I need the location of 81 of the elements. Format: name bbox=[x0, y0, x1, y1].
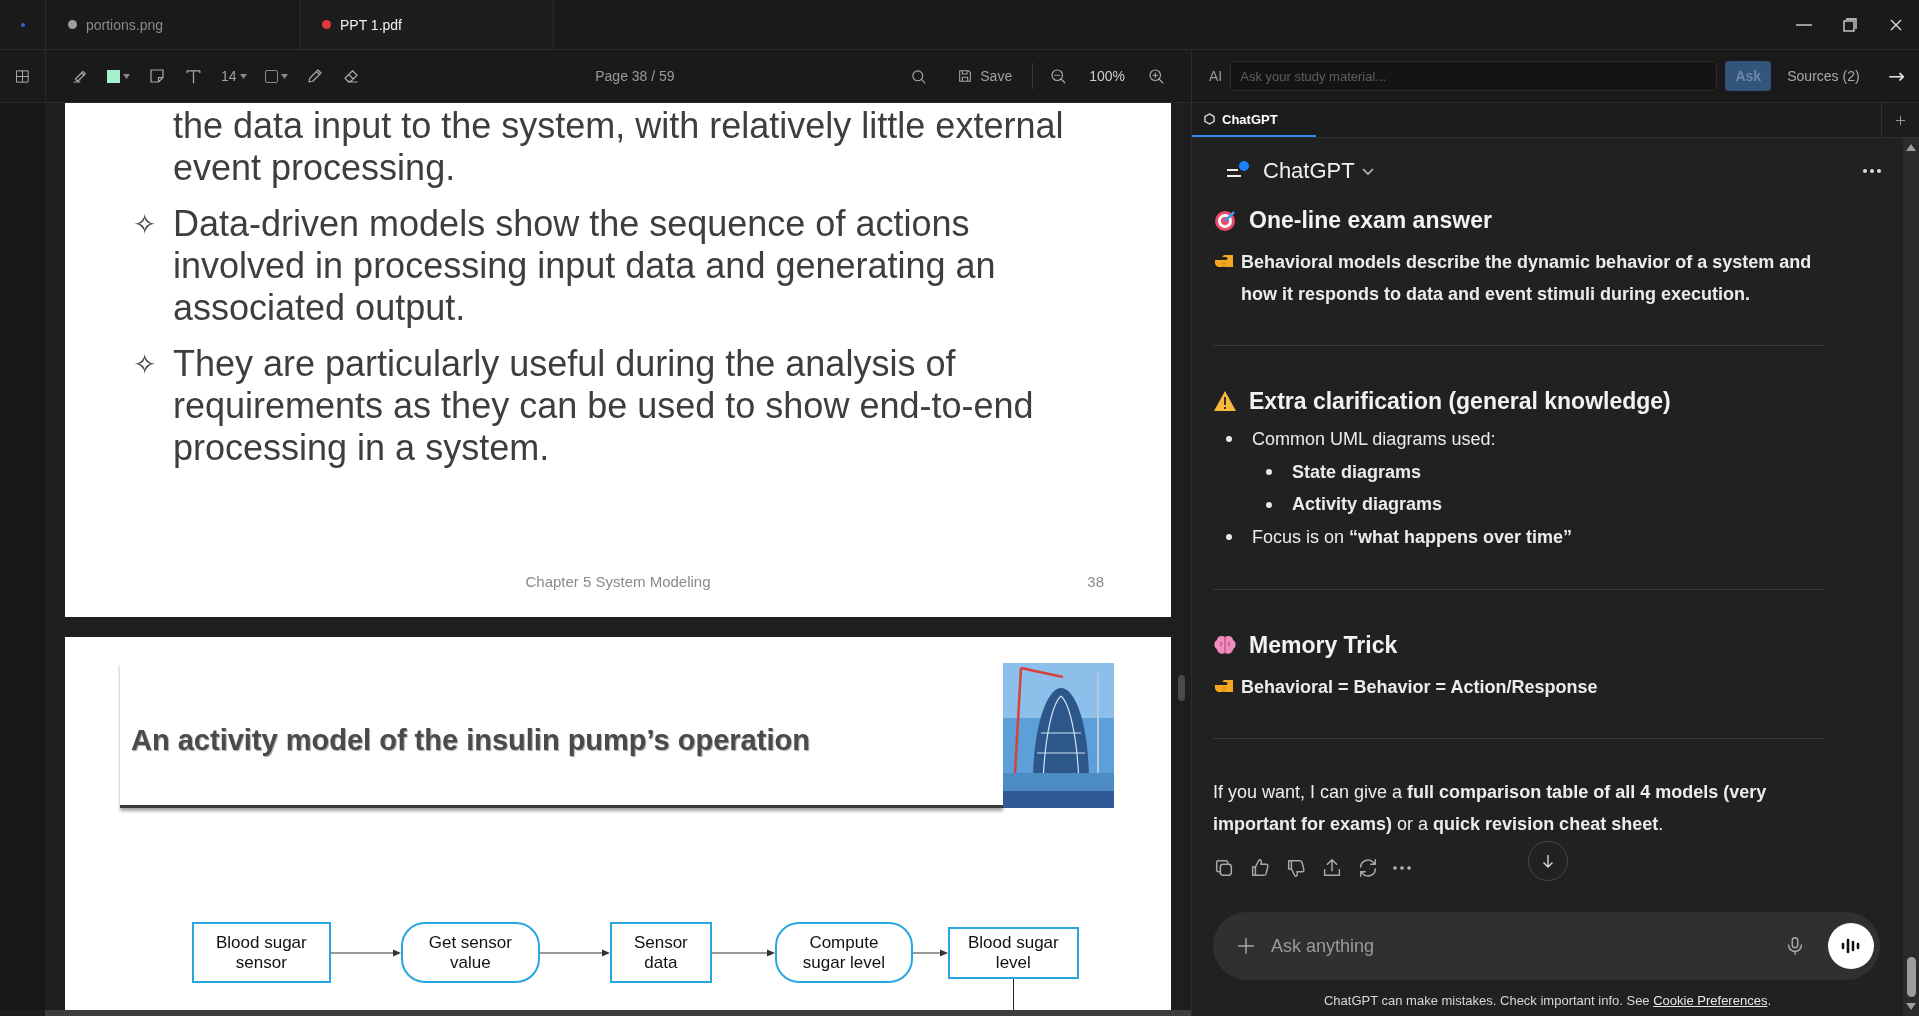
border-style-dropdown[interactable] bbox=[264, 69, 288, 83]
answer-text: Behavioral = Behavior = Action/Response bbox=[1241, 675, 1598, 699]
plus-icon[interactable] bbox=[1894, 113, 1907, 127]
caret-icon[interactable] bbox=[239, 73, 247, 79]
bullet-marker: ✧ bbox=[133, 207, 158, 243]
hexagon-icon bbox=[1204, 113, 1215, 125]
message-field[interactable]: Ask anything bbox=[1269, 934, 1772, 958]
list-item-text: State diagrams bbox=[1292, 460, 1422, 484]
chevron-down-icon[interactable] bbox=[1360, 166, 1375, 176]
voice-button[interactable] bbox=[1828, 923, 1874, 969]
scrollbar-thumb[interactable] bbox=[1177, 675, 1185, 701]
restore-icon[interactable] bbox=[1843, 17, 1857, 32]
disclaimer-text: ChatGPT can make mistakes. Check important info. See Cookie Preferences. bbox=[1322, 992, 1772, 1010]
plus-icon[interactable] bbox=[1235, 935, 1257, 957]
section-heading: Memory Trick bbox=[1249, 630, 1398, 660]
zoom-out-icon[interactable] bbox=[1049, 67, 1068, 85]
more-icon[interactable] bbox=[1863, 169, 1881, 173]
warning-icon bbox=[1213, 390, 1237, 412]
answer-text: Behavioral models describe the dynamic behavior of a system and how it responds to data and event stimuli during execution. bbox=[1241, 251, 1813, 306]
eraser-icon[interactable] bbox=[341, 67, 360, 85]
bullet-dot bbox=[1266, 469, 1272, 476]
note-icon[interactable] bbox=[148, 67, 166, 85]
list-item-text: Focus is on “what happens over time” bbox=[1252, 526, 1573, 550]
bullet-dot bbox=[1226, 534, 1232, 541]
scroll-down-button[interactable] bbox=[1527, 841, 1568, 881]
caret-icon[interactable] bbox=[123, 73, 130, 79]
sources-button[interactable]: Sources (2) bbox=[1787, 68, 1860, 84]
data-node: Blood sugar sensor bbox=[192, 922, 331, 983]
slide-text: They are particularly useful during the analysis of requirements as they can be used to show end-to-end processing in a system. bbox=[173, 343, 1035, 469]
search-icon[interactable] bbox=[910, 67, 928, 85]
zoom-level: 100% bbox=[1089, 68, 1125, 84]
scrollbar-thumb[interactable] bbox=[1906, 957, 1916, 997]
close-icon[interactable] bbox=[1890, 18, 1902, 31]
study-search-field[interactable]: Ask your study material... bbox=[1230, 61, 1718, 91]
bullet-marker: ✧ bbox=[133, 347, 158, 383]
scrollbar[interactable] bbox=[1903, 138, 1919, 1016]
slide-footer: Chapter 5 System Modeling bbox=[525, 573, 711, 590]
app-icon[interactable] bbox=[20, 22, 25, 27]
activity-node: Get sensor value bbox=[400, 922, 540, 983]
zoom-in-icon[interactable] bbox=[1147, 67, 1165, 85]
bullet-dot bbox=[1266, 501, 1272, 508]
regenerate-icon[interactable] bbox=[1357, 856, 1379, 879]
scroll-down-icon[interactable] bbox=[1906, 1003, 1916, 1010]
data-node: Blood sugar level bbox=[948, 926, 1079, 979]
list-item-text: Activity diagrams bbox=[1292, 493, 1443, 517]
arrow bbox=[539, 947, 610, 958]
panel-tab[interactable]: ChatGPT bbox=[1192, 103, 1316, 137]
arrow bbox=[913, 947, 948, 958]
list-item-text: Common UML diagrams used: bbox=[1252, 428, 1496, 451]
page-indicator: Page 38 / 59 bbox=[594, 68, 676, 84]
activity-node: Compute sugar level bbox=[774, 922, 913, 983]
slide-number: 38 bbox=[1087, 573, 1105, 590]
brain-icon bbox=[1213, 633, 1237, 656]
slide-text: Data-driven models show the sequence of actions involved in processing input data and generating an associated output. bbox=[173, 203, 997, 329]
arrow bbox=[330, 947, 401, 958]
slide-text: the data input to the system, with relatively little external event processing. bbox=[173, 105, 1065, 189]
grid-icon[interactable] bbox=[15, 68, 30, 84]
save-icon bbox=[957, 68, 974, 84]
connector-line bbox=[1013, 978, 1015, 1010]
section-heading: One-line exam answer bbox=[1249, 206, 1492, 235]
waveform-icon[interactable] bbox=[1840, 937, 1862, 955]
answer-text: If you want, I can give a full comparison table of all 4 models (very important for exams) or a quick revision cheat sheet. bbox=[1213, 780, 1768, 836]
message-composer[interactable]: Ask anything bbox=[1213, 912, 1880, 980]
scroll-up-icon[interactable] bbox=[1906, 144, 1916, 151]
caret-icon[interactable] bbox=[280, 73, 288, 79]
more-icon[interactable] bbox=[1393, 865, 1411, 870]
save-button[interactable]: Save bbox=[957, 68, 1013, 84]
arrow bbox=[711, 947, 775, 958]
bullet-dot bbox=[1226, 436, 1232, 443]
font-size-dropdown[interactable]: 14 bbox=[221, 68, 247, 84]
share-icon[interactable] bbox=[1321, 856, 1343, 879]
data-node: Sensor data bbox=[609, 922, 712, 983]
pencil-icon[interactable] bbox=[305, 67, 324, 85]
model-selector[interactable]: ChatGPT bbox=[1261, 158, 1375, 184]
slide-title: An activity model of the insulin pump’s operation bbox=[131, 723, 810, 758]
ai-label: AI bbox=[1208, 68, 1224, 84]
section-heading: Extra clarification (general knowledge) bbox=[1249, 387, 1671, 416]
target-icon bbox=[1213, 208, 1237, 232]
horizontal-scrollbar[interactable] bbox=[45, 1010, 1191, 1016]
thumbs-up-icon[interactable] bbox=[1249, 856, 1271, 879]
color-picker[interactable] bbox=[107, 69, 130, 83]
